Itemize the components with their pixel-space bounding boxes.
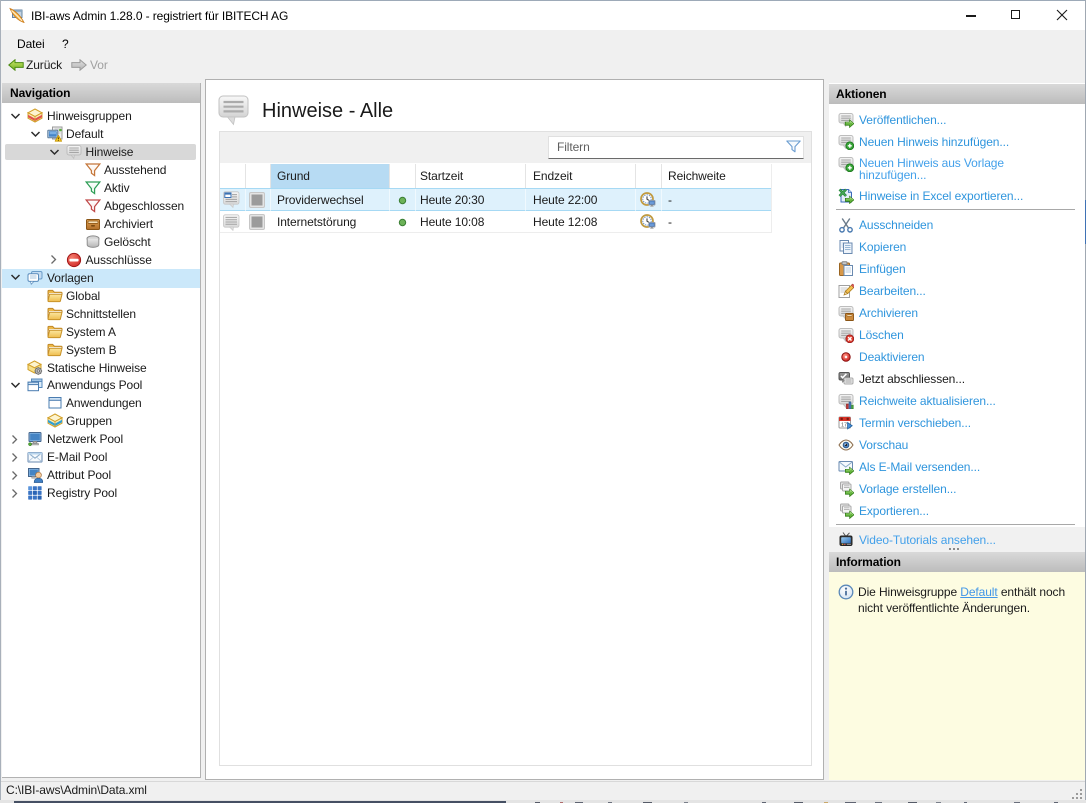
svg-text:17: 17 (841, 423, 847, 429)
